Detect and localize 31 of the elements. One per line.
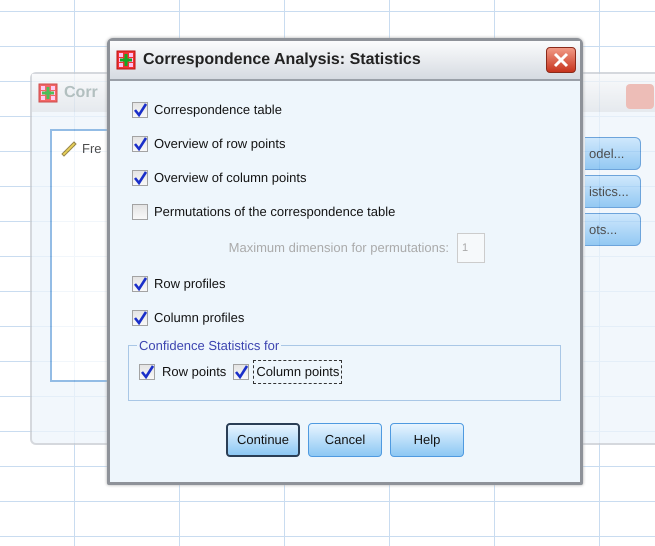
- checkbox-label[interactable]: Correspondence table: [154, 100, 282, 120]
- field-label: Maximum dimension for permutations:: [228, 239, 449, 258]
- checkbox[interactable]: [233, 364, 250, 380]
- table-icon: [38, 83, 58, 103]
- checkbox[interactable]: [132, 170, 148, 186]
- checkbox[interactable]: [139, 364, 155, 380]
- checkbox-label[interactable]: Column points: [253, 360, 342, 384]
- dialog-button[interactable]: odel...: [585, 137, 641, 170]
- window-title: Corr: [64, 83, 98, 103]
- ruler-icon: [60, 140, 78, 158]
- close-button[interactable]: [546, 47, 576, 73]
- checkbox[interactable]: [132, 102, 148, 118]
- dialog-title: Correspondence Analysis: Statistics: [143, 50, 421, 70]
- checkbox[interactable]: [132, 310, 148, 326]
- checkbox-label[interactable]: Overview of column points: [154, 168, 306, 188]
- checkbox-label[interactable]: Permutations of the correspondence table: [154, 202, 396, 222]
- dialog-button[interactable]: istics...: [585, 175, 641, 208]
- dialog-button[interactable]: Continue: [226, 423, 300, 457]
- checkbox-label[interactable]: Overview of row points: [154, 134, 286, 154]
- checkbox-label[interactable]: Row points: [159, 360, 230, 384]
- checkbox[interactable]: [132, 276, 148, 292]
- checkbox[interactable]: [132, 204, 148, 220]
- dialog-button[interactable]: Cancel: [308, 423, 382, 457]
- checkbox-label[interactable]: Column profiles: [154, 308, 244, 328]
- dialog-button[interactable]: ots...: [585, 213, 641, 246]
- checkbox-label[interactable]: Row profiles: [154, 274, 226, 294]
- dialog-button[interactable]: Help: [390, 423, 464, 457]
- checkbox[interactable]: [132, 136, 148, 152]
- close-icon: [553, 52, 569, 68]
- table-icon: [116, 50, 136, 70]
- list-item[interactable]: Fre: [82, 139, 102, 158]
